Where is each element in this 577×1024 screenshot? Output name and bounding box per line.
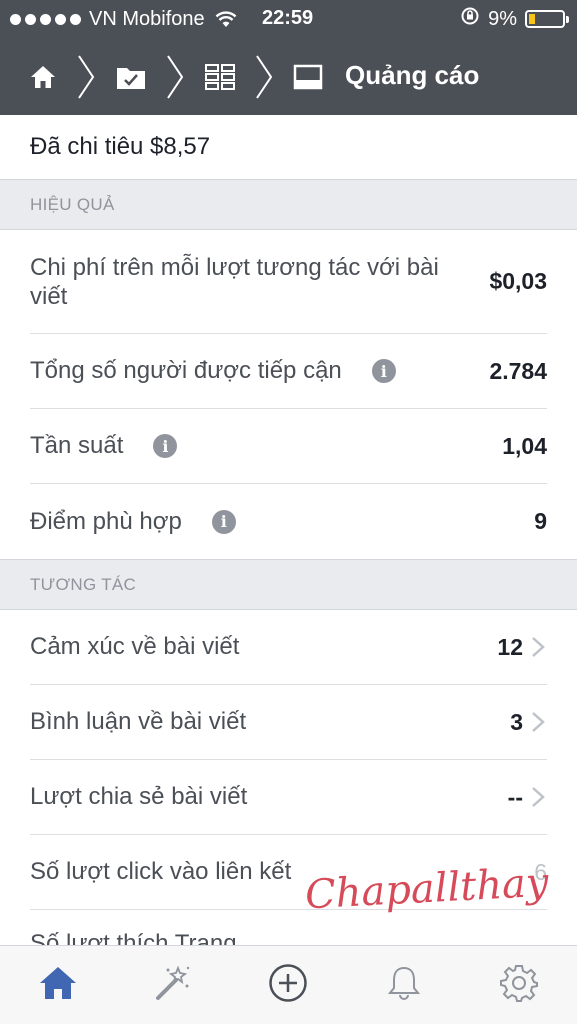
- chevron-right-icon: [531, 636, 547, 658]
- chevron-right-icon: [531, 786, 547, 808]
- metric-value: 9: [534, 508, 547, 534]
- metric-label-group: Tần suất i: [30, 432, 178, 460]
- home-icon: [39, 965, 77, 1006]
- metric-value-group: 12: [497, 634, 547, 661]
- list-item[interactable]: Bình luận về bài viết 3: [30, 685, 547, 760]
- list-item[interactable]: Cảm xúc về bài viết 12: [30, 610, 547, 685]
- page-title: Quảng cáo: [345, 60, 480, 90]
- battery-icon: [525, 10, 569, 28]
- chevron-right-icon: [531, 711, 547, 733]
- metric-value-group: 3: [510, 709, 547, 736]
- metric-label: Số lượt thích Trang: [30, 930, 237, 945]
- metric-value: --: [507, 783, 523, 810]
- metric-value-group: --: [508, 784, 547, 811]
- tab-tools[interactable]: [143, 955, 203, 1015]
- chevron-right-icon: [255, 38, 273, 115]
- chevron-right-icon: [77, 38, 95, 115]
- metric-label: Tần suất: [30, 432, 124, 459]
- metric-label: Điểm phù hợp: [30, 507, 182, 535]
- metric-label: Bình luận về bài viết: [30, 708, 247, 735]
- list-item: Tổng số người được tiếp cận i 2.784: [30, 334, 547, 409]
- info-icon[interactable]: i: [153, 434, 178, 458]
- magic-wand-icon: [154, 964, 192, 1007]
- tab-settings[interactable]: [489, 955, 549, 1015]
- list-item: Số lượt thích Trang: [30, 910, 577, 945]
- campaign-folder-icon[interactable]: [116, 38, 146, 115]
- amount-spent: Đã chi tiêu $8,57: [30, 133, 211, 160]
- metric-value: $0,03: [489, 268, 547, 294]
- bell-icon: [385, 964, 423, 1007]
- info-icon[interactable]: i: [211, 509, 236, 534]
- metric-value: 12: [497, 633, 523, 660]
- status-bar: VN Mobifone 22:59 9%: [0, 0, 577, 38]
- rotation-lock-icon: [460, 6, 480, 32]
- breadcrumb: Quảng cáo: [0, 38, 577, 115]
- clock: 22:59: [262, 7, 314, 29]
- carrier-name: VN Mobifone: [89, 7, 205, 30]
- list-item: Điểm phù hợp i 9: [30, 484, 547, 559]
- tab-home[interactable]: [28, 955, 88, 1015]
- list-item: Tần suất i 1,04: [30, 409, 547, 484]
- tab-bar: [0, 945, 577, 1024]
- tab-notifications[interactable]: [374, 955, 434, 1015]
- section-header-performance: HIỆU QUẢ: [0, 179, 577, 230]
- home-icon[interactable]: [30, 38, 56, 115]
- metric-label-group: Điểm phù hợp i: [30, 508, 236, 536]
- ad-insights-list[interactable]: Đã chi tiêu $8,57 HIỆU QUẢ Chi phí trên …: [0, 115, 577, 945]
- info-icon[interactable]: i: [371, 359, 396, 383]
- list-item[interactable]: Lượt chia sẻ bài viết --: [30, 760, 547, 835]
- add-icon: [268, 963, 308, 1008]
- section-header-engagement: TƯƠNG TÁC: [0, 559, 577, 610]
- metric-label: Số lượt click vào liên kết: [30, 858, 292, 885]
- chevron-right-icon: [166, 38, 184, 115]
- battery-percent: 9%: [488, 7, 517, 30]
- signal-strength-icon: [10, 13, 81, 25]
- metric-label: Chi phí trên mỗi lượt tương tác với bài …: [30, 253, 439, 310]
- metric-value: 3: [510, 708, 523, 735]
- gear-icon: [499, 963, 539, 1008]
- metric-value: 2.784: [489, 357, 547, 384]
- ad-preview-icon: [293, 38, 323, 115]
- metric-label: Lượt chia sẻ bài viết: [30, 783, 248, 810]
- metric-value: 1,04: [502, 432, 547, 459]
- grid-icon[interactable]: [205, 38, 235, 115]
- wifi-icon: [215, 10, 237, 28]
- tab-create[interactable]: [258, 955, 318, 1015]
- metric-label: Cảm xúc về bài viết: [30, 633, 240, 660]
- metric-label: Tổng số người được tiếp cận: [30, 357, 342, 384]
- metric-label-group: Tổng số người được tiếp cận i: [30, 357, 396, 385]
- list-item: Chi phí trên mỗi lượt tương tác với bài …: [30, 230, 547, 334]
